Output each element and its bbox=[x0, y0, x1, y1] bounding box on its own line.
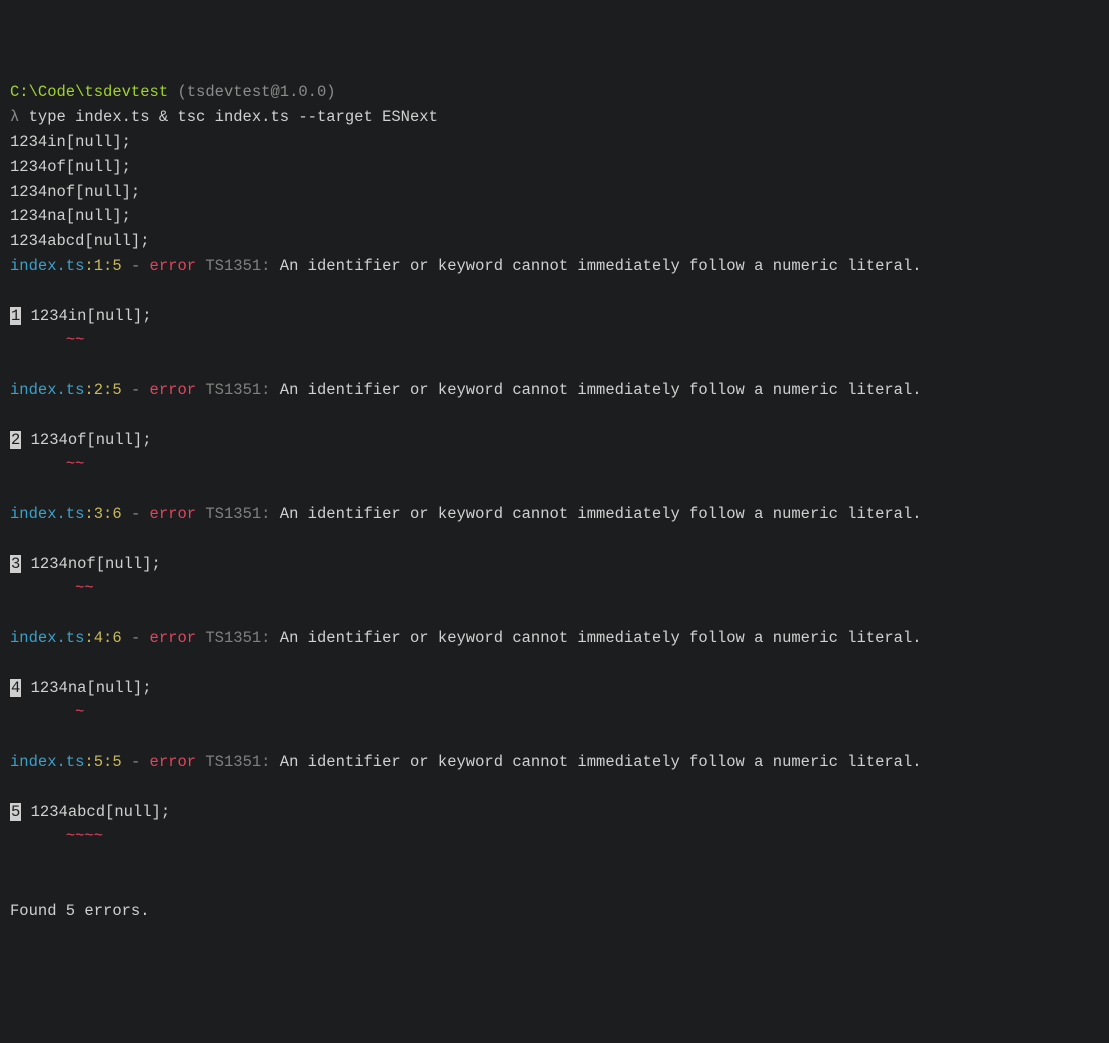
line-number: 3 bbox=[10, 555, 21, 573]
stdout-line: 1234abcd[null]; bbox=[10, 232, 150, 250]
source-line: 1234abcd[null]; bbox=[21, 803, 170, 821]
error-message: An identifier or keyword cannot immediat… bbox=[280, 629, 922, 647]
pkg-open: ( bbox=[168, 83, 187, 101]
line-number: 5 bbox=[10, 803, 21, 821]
error-code: TS1351: bbox=[196, 629, 280, 647]
squiggle: ~~ bbox=[75, 579, 94, 597]
cwd: C:\Code\tsdevtest bbox=[10, 83, 168, 101]
error-summary: Found 5 errors. bbox=[10, 902, 150, 920]
dash: - bbox=[122, 753, 150, 771]
error-file: index.ts bbox=[10, 257, 84, 275]
error-position: :5:5 bbox=[84, 753, 121, 771]
error-message: An identifier or keyword cannot immediat… bbox=[280, 505, 922, 523]
stdout-line: 1234na[null]; bbox=[10, 207, 131, 225]
error-label: error bbox=[150, 629, 197, 647]
error-position: :1:5 bbox=[84, 257, 121, 275]
error-file: index.ts bbox=[10, 753, 84, 771]
squiggle-pad bbox=[10, 703, 75, 721]
error-file: index.ts bbox=[10, 381, 84, 399]
command-line: type index.ts & tsc index.ts --target ES… bbox=[29, 108, 438, 126]
squiggle-pad bbox=[10, 827, 66, 845]
squiggle-pad bbox=[10, 579, 75, 597]
dash: - bbox=[122, 381, 150, 399]
squiggle: ~~ bbox=[66, 331, 85, 349]
stdout-line: 1234nof[null]; bbox=[10, 183, 140, 201]
dash: - bbox=[122, 629, 150, 647]
error-message: An identifier or keyword cannot immediat… bbox=[280, 381, 922, 399]
error-position: :4:6 bbox=[84, 629, 121, 647]
error-file: index.ts bbox=[10, 505, 84, 523]
error-position: :2:5 bbox=[84, 381, 121, 399]
stdout-line: 1234in[null]; bbox=[10, 133, 131, 151]
squiggle: ~~ bbox=[66, 455, 85, 473]
dash: - bbox=[122, 505, 150, 523]
error-label: error bbox=[150, 505, 197, 523]
error-code: TS1351: bbox=[196, 505, 280, 523]
error-code: TS1351: bbox=[196, 753, 280, 771]
error-label: error bbox=[150, 381, 197, 399]
error-label: error bbox=[150, 257, 197, 275]
squiggle: ~~~~ bbox=[66, 827, 103, 845]
line-number: 4 bbox=[10, 679, 21, 697]
error-code: TS1351: bbox=[196, 381, 280, 399]
prompt-symbol: λ bbox=[10, 108, 29, 126]
error-message: An identifier or keyword cannot immediat… bbox=[280, 257, 922, 275]
stdout-line: 1234of[null]; bbox=[10, 158, 131, 176]
source-line: 1234na[null]; bbox=[21, 679, 151, 697]
error-code: TS1351: bbox=[196, 257, 280, 275]
squiggle-pad bbox=[10, 455, 66, 473]
source-line: 1234of[null]; bbox=[21, 431, 151, 449]
error-position: :3:6 bbox=[84, 505, 121, 523]
error-file: index.ts bbox=[10, 629, 84, 647]
error-message: An identifier or keyword cannot immediat… bbox=[280, 753, 922, 771]
dash: - bbox=[122, 257, 150, 275]
squiggle: ~ bbox=[75, 703, 84, 721]
squiggle-pad bbox=[10, 331, 66, 349]
line-number: 2 bbox=[10, 431, 21, 449]
pkg-close: ) bbox=[326, 83, 335, 101]
package-name: tsdevtest@1.0.0 bbox=[187, 83, 327, 101]
source-line: 1234in[null]; bbox=[21, 307, 151, 325]
line-number: 1 bbox=[10, 307, 21, 325]
terminal-output: C:\Code\tsdevtest (tsdevtest@1.0.0) λ ty… bbox=[10, 80, 1099, 923]
source-line: 1234nof[null]; bbox=[21, 555, 161, 573]
error-label: error bbox=[150, 753, 197, 771]
